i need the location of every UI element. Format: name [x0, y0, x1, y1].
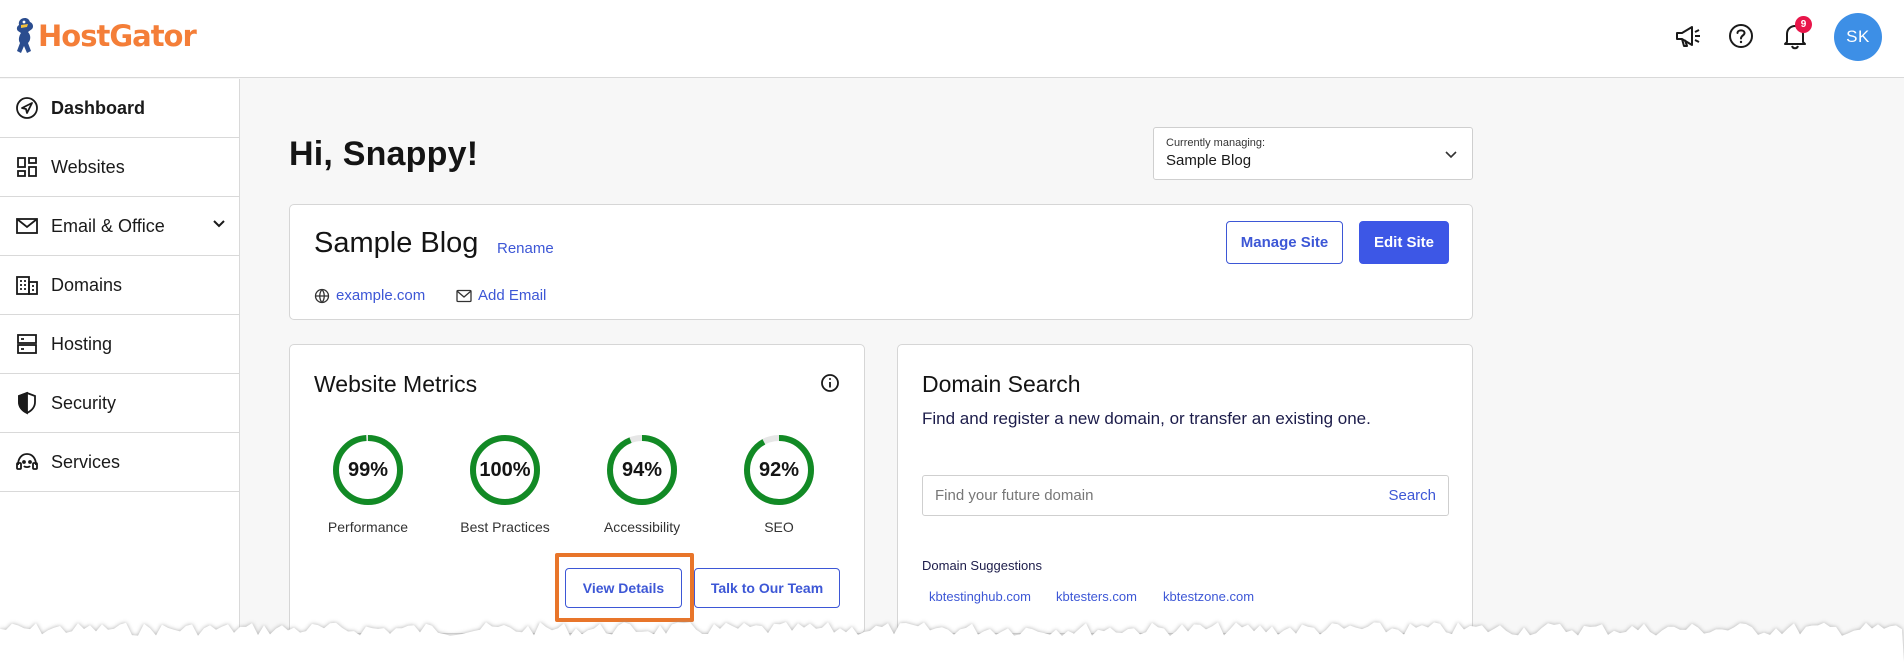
metric-label: Accessibility: [603, 519, 681, 535]
shield-icon: [14, 390, 40, 416]
metric-label: Best Practices: [460, 519, 550, 535]
domain-search-field: Search: [922, 475, 1449, 516]
hostgator-logo[interactable]: HostGator: [12, 14, 197, 58]
grid-icon: [14, 154, 40, 180]
site-selector-value: Sample Blog: [1166, 152, 1252, 169]
torn-edge-decoration: [0, 622, 1904, 662]
metric-value: 92%: [758, 458, 800, 481]
site-selector-label: Currently managing:: [1166, 137, 1266, 149]
sidebar-item-label: Websites: [51, 156, 125, 177]
globe-icon: [314, 288, 330, 303]
domain-search-description: Find and register a new domain, or trans…: [922, 409, 1371, 428]
edit-site-button[interactable]: Edit Site: [1359, 221, 1449, 264]
sidebar-item-label: Hosting: [51, 333, 113, 354]
sidebar: Dashboard Websites Email & Office Domain…: [0, 79, 240, 662]
page-title: Hi, Snappy!: [289, 135, 479, 173]
server-icon: [14, 331, 40, 357]
sidebar-item-dashboard[interactable]: Dashboard: [0, 79, 239, 138]
sidebar-item-domains[interactable]: Domains: [0, 256, 239, 315]
chevron-down-icon: [1444, 147, 1458, 166]
metric-best-practices: 100% Best Practices: [445, 433, 565, 535]
manage-site-button[interactable]: Manage Site: [1226, 221, 1343, 264]
megaphone-icon[interactable]: [1672, 20, 1704, 52]
compass-icon: [14, 95, 40, 121]
bell-icon[interactable]: 9: [1779, 16, 1812, 52]
metric-ring: 94%: [605, 433, 679, 507]
domain-search-title: Domain Search: [922, 371, 1081, 397]
metric-seo: 92% SEO: [719, 433, 839, 535]
sidebar-item-label: Security: [51, 392, 117, 413]
sidebar-item-label: Email & Office: [51, 215, 165, 236]
sidebar-item-hosting[interactable]: Hosting: [0, 315, 239, 374]
rename-link[interactable]: Rename: [497, 240, 554, 257]
site-card: Sample Blog Rename example.com Add Email…: [289, 204, 1473, 320]
mail-icon: [456, 289, 472, 302]
domain-link[interactable]: example.com: [314, 287, 425, 304]
domain-search-input[interactable]: [935, 476, 1375, 515]
domain-search-card: Domain Search Find and register a new do…: [897, 344, 1473, 634]
metric-accessibility: 94% Accessibility: [582, 433, 702, 535]
sidebar-item-security[interactable]: Security: [0, 374, 239, 433]
metric-ring: 92%: [742, 433, 816, 507]
sidebar-item-email-office[interactable]: Email & Office: [0, 197, 239, 256]
sidebar-item-label: Services: [51, 451, 121, 472]
gator-mascot-icon: [16, 18, 34, 53]
metric-value: 99%: [347, 458, 389, 481]
top-header: HostGator 9 SK: [0, 0, 1904, 78]
add-email-text: Add Email: [478, 287, 547, 304]
support-icon: [14, 449, 40, 475]
metrics-title: Website Metrics: [314, 371, 478, 397]
metric-ring: 100%: [468, 433, 542, 507]
sidebar-item-websites[interactable]: Websites: [0, 138, 239, 197]
metric-ring: 99%: [331, 433, 405, 507]
sidebar-item-services[interactable]: Services: [0, 433, 239, 492]
metric-label: SEO: [764, 519, 794, 535]
domain-suggestions-label: Domain Suggestions: [922, 558, 1042, 573]
building-icon: [14, 272, 40, 298]
add-email-link[interactable]: Add Email: [456, 287, 546, 304]
site-selector[interactable]: Currently managing: Sample Blog: [1153, 127, 1473, 180]
search-button[interactable]: Search: [1388, 487, 1436, 504]
chevron-down-icon[interactable]: [211, 216, 227, 237]
metric-label: Performance: [327, 519, 409, 535]
avatar[interactable]: SK: [1834, 13, 1882, 61]
site-title: Sample Blog: [314, 227, 479, 259]
notification-badge: 9: [1795, 16, 1812, 33]
metric-value: 100%: [479, 458, 531, 481]
metric-value: 94%: [621, 458, 663, 481]
metric-performance: 99% Performance: [308, 433, 428, 535]
brand-name: HostGator: [38, 19, 197, 53]
sidebar-item-label: Dashboard: [51, 97, 146, 118]
sidebar-item-label: Domains: [51, 274, 123, 295]
mail-icon: [14, 213, 40, 239]
domain-link-text: example.com: [336, 287, 426, 304]
info-icon[interactable]: [820, 373, 840, 398]
help-icon[interactable]: [1725, 20, 1757, 52]
